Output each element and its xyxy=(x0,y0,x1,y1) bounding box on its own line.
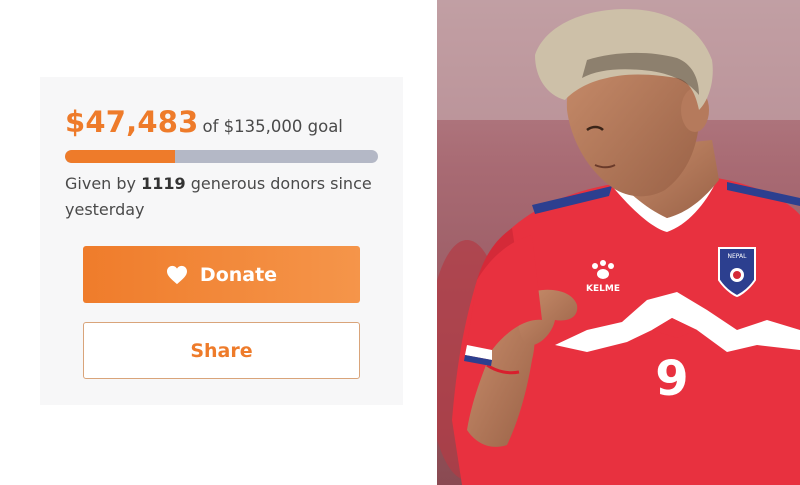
share-button[interactable]: Share xyxy=(83,322,360,379)
donor-count: 1119 xyxy=(141,174,186,193)
donor-summary: Given by 1119 generous donors since yest… xyxy=(65,171,385,223)
brand-text: KELME xyxy=(586,284,620,294)
goal-text: of $135,000 goal xyxy=(202,117,343,136)
jersey-number: 9 xyxy=(655,351,688,407)
heart-icon xyxy=(166,265,187,284)
player-photo: NEPAL KELME 9 xyxy=(437,0,800,485)
progress-bar xyxy=(65,150,378,163)
progress-fill xyxy=(65,150,176,163)
amount-row: $47,483 of $135,000 goal xyxy=(65,105,343,139)
amount-raised: $47,483 xyxy=(65,105,199,139)
fundraiser-card: $47,483 of $135,000 goal Given by 1119 ge… xyxy=(40,77,403,405)
donate-label: Donate xyxy=(199,263,278,286)
share-label: Share xyxy=(190,339,253,362)
badge-text: NEPAL xyxy=(728,253,748,260)
donate-button[interactable]: Donate xyxy=(83,246,360,303)
donors-prefix: Given by xyxy=(65,174,142,193)
